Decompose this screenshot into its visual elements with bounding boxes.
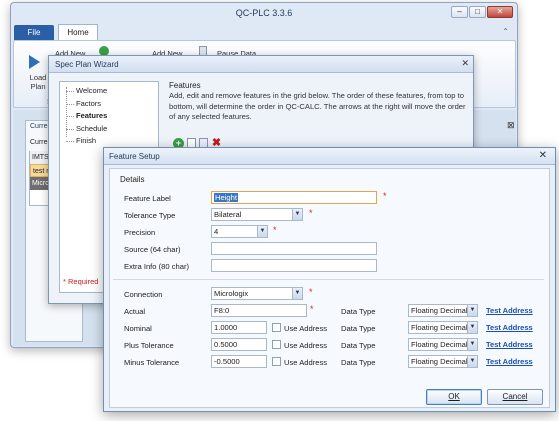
section-description: Add, edit and remove features in the gri… [169, 91, 466, 121]
file-tab[interactable]: File [14, 25, 54, 41]
feature-label-label: Feature Label [124, 194, 171, 203]
feature-setup-body [109, 168, 550, 408]
precision-value: 4 [214, 227, 219, 236]
minus-tolerance-label: Minus Tolerance [124, 358, 180, 367]
feature-label-value: Height [214, 193, 238, 202]
plus-tolerance-use-address-checkbox[interactable] [272, 340, 281, 349]
actual-input[interactable]: F8:0 [211, 304, 307, 317]
load-plan-label[interactable]: Load Plan [26, 73, 50, 91]
chevron-down-icon[interactable]: ▼ [467, 305, 477, 316]
connection-value: Micrologix [214, 289, 249, 298]
section-title: Features [169, 81, 201, 90]
tolerance-type-value: Bilateral [214, 210, 242, 219]
nominal-input[interactable]: 1.0000 [211, 321, 267, 334]
source-input[interactable] [211, 242, 377, 255]
data-type-value: Floating Decimal [411, 323, 468, 332]
chevron-down-icon[interactable]: ▼ [257, 226, 267, 237]
nav-item-features[interactable]: Features [60, 110, 158, 123]
panel-close-icon[interactable]: ⊠ [507, 120, 515, 131]
minus-tolerance-input[interactable]: -0.5000 [211, 355, 267, 368]
data-type-value: Floating Decimal [411, 306, 468, 315]
use-address-label: Use Address [284, 358, 328, 367]
test-address-link[interactable]: Test Address [486, 340, 533, 349]
nominal-label: Nominal [124, 324, 152, 333]
plus-tolerance-data-type-select[interactable]: Floating Decimal ▼ [408, 338, 478, 351]
wizard-close-icon[interactable]: ✕ [461, 58, 469, 69]
ok-button[interactable]: OK [426, 389, 482, 405]
data-type-label: Data Type [341, 324, 376, 333]
data-type-label: Data Type [341, 307, 376, 316]
plus-tolerance-label: Plus Tolerance [124, 341, 174, 350]
data-type-value: Floating Decimal [411, 357, 468, 366]
close-icon[interactable]: ✕ [539, 150, 547, 161]
required-mark: * [309, 287, 313, 297]
chevron-down-icon[interactable]: ▼ [292, 288, 302, 299]
feature-label-input[interactable]: Height [211, 191, 377, 204]
home-tab[interactable]: Home [58, 24, 98, 41]
required-mark: * [383, 191, 387, 201]
nominal-data-type-select[interactable]: Floating Decimal ▼ [408, 321, 478, 334]
precision-select[interactable]: 4 ▼ [211, 225, 268, 238]
test-address-link[interactable]: Test Address [486, 323, 533, 332]
cancel-button-label: Cancel [502, 392, 528, 401]
maximize-button[interactable]: □ [469, 6, 486, 18]
chevron-down-icon[interactable]: ▼ [292, 209, 302, 220]
connection-select[interactable]: Micrologix ▼ [211, 287, 303, 300]
chevron-down-icon[interactable]: ▼ [467, 339, 477, 350]
test-address-link[interactable]: Test Address [486, 357, 533, 366]
ribbon-collapse-icon[interactable]: ⌃ [502, 27, 509, 36]
minus-tolerance-use-address-checkbox[interactable] [272, 357, 281, 366]
extra-info-label: Extra Info (80 char) [124, 262, 189, 271]
tolerance-type-select[interactable]: Bilateral ▼ [211, 208, 303, 221]
required-note: * Required [63, 277, 99, 286]
data-type-label: Data Type [341, 358, 376, 367]
window-title: QC-PLC 3.3.6 [235, 8, 293, 18]
actual-data-type-select[interactable]: Floating Decimal ▼ [408, 304, 478, 317]
precision-label: Precision [124, 228, 156, 237]
data-type-value: Floating Decimal [411, 340, 468, 349]
required-mark: * [310, 304, 314, 314]
minus-tolerance-data-type-select[interactable]: Floating Decimal ▼ [408, 355, 478, 368]
window-controls: – □ ✕ [450, 6, 513, 18]
chevron-down-icon[interactable]: ▼ [467, 322, 477, 333]
extra-info-input[interactable] [211, 259, 377, 272]
data-type-label: Data Type [341, 341, 376, 350]
ok-button-label: OK [448, 392, 460, 401]
nominal-use-address-checkbox[interactable] [272, 323, 281, 332]
source-label: Source (64 char) [124, 245, 181, 254]
nav-item-schedule[interactable]: Schedule [60, 123, 158, 136]
required-mark: * [309, 208, 313, 218]
section-divider [113, 279, 544, 280]
close-button[interactable]: ✕ [487, 6, 513, 18]
chevron-down-icon[interactable]: ▼ [467, 356, 477, 367]
feature-setup-title: Feature Setup [104, 148, 555, 165]
load-plan-icon[interactable] [29, 55, 40, 69]
nav-item-factors[interactable]: Factors [60, 98, 158, 111]
nav-item-welcome[interactable]: Welcome [60, 85, 158, 98]
tolerance-type-label: Tolerance Type [124, 211, 176, 220]
cancel-button[interactable]: Cancel [487, 389, 543, 405]
nav-item-finish[interactable]: Finish [60, 135, 158, 148]
use-address-label: Use Address [284, 341, 328, 350]
plus-tolerance-input[interactable]: 0.5000 [211, 338, 267, 351]
test-address-link[interactable]: Test Address [486, 306, 533, 315]
wizard-title: Spec Plan Wizard [49, 56, 473, 73]
details-label: Details [120, 175, 145, 184]
actual-label: Actual [124, 307, 146, 316]
minimize-button[interactable]: – [451, 6, 468, 18]
required-mark: * [273, 225, 277, 235]
connection-label: Connection [124, 290, 163, 299]
use-address-label: Use Address [284, 324, 328, 333]
